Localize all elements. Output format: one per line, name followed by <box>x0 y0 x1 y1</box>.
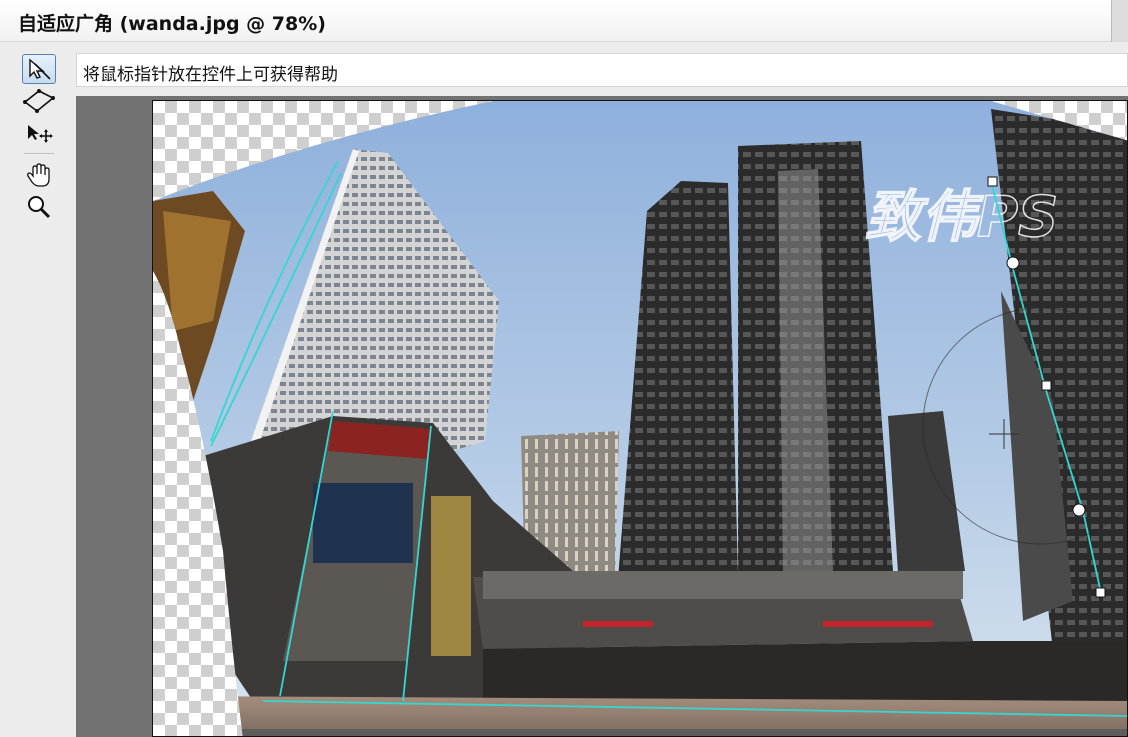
window-controls[interactable] <box>1111 0 1128 42</box>
constraint-tool-button[interactable] <box>22 54 56 84</box>
hint-bar: 将鼠标指针放在控件上可获得帮助 <box>76 53 1128 87</box>
window-titlebar: 自适应广角 (wanda.jpg @ 78%) <box>0 0 1128 42</box>
image-canvas[interactable]: 致伟PS <box>152 100 1128 737</box>
move-arrow-icon <box>28 125 53 143</box>
hint-text: 将鼠标指针放在控件上可获得帮助 <box>83 65 338 85</box>
constraint-arrow-icon <box>29 58 51 80</box>
canvas-area[interactable]: 致伟PS <box>76 96 1128 737</box>
move-tool-button[interactable] <box>22 118 56 148</box>
toolbar-separator <box>24 153 54 154</box>
hand-tool-button[interactable] <box>22 160 56 190</box>
zoom-tool-button[interactable] <box>22 192 56 222</box>
watermark-text: 致伟PS <box>865 185 1058 250</box>
window-title: 自适应广角 (wanda.jpg @ 78%) <box>18 13 326 35</box>
hand-icon <box>27 163 50 187</box>
polygon-constraint-icon <box>23 89 55 113</box>
corrected-photo[interactable]: 致伟PS <box>153 101 1128 737</box>
handle-mid <box>1041 380 1052 391</box>
handle-rotate-bottom <box>1072 503 1086 517</box>
handle-bottom <box>1095 587 1106 598</box>
tool-palette <box>0 42 76 737</box>
handle-top <box>987 176 998 187</box>
polygon-constraint-tool-button[interactable] <box>22 86 56 116</box>
magnifier-icon <box>28 196 51 219</box>
handle-rotate-top <box>1006 256 1020 270</box>
